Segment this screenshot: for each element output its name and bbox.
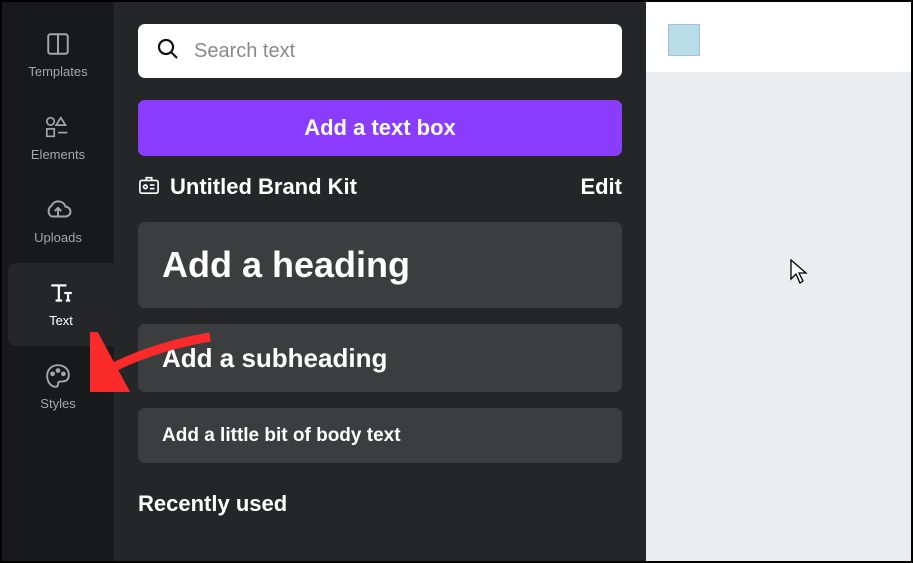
styles-icon: [44, 362, 72, 390]
add-text-box-button[interactable]: Add a text box: [138, 100, 622, 156]
elements-icon: [44, 113, 72, 141]
uploads-icon: [44, 196, 72, 224]
edit-brand-kit-link[interactable]: Edit: [580, 174, 622, 200]
sidebar-item-text[interactable]: Text: [8, 263, 114, 346]
search-box[interactable]: [138, 24, 622, 78]
sidebar-item-elements[interactable]: Elements: [2, 97, 114, 180]
sidebar-item-styles[interactable]: Styles: [2, 346, 114, 429]
sidebar-item-uploads[interactable]: Uploads: [2, 180, 114, 263]
add-subheading-block[interactable]: Add a subheading: [138, 324, 622, 392]
sidebar-item-label: Styles: [40, 396, 75, 411]
brand-kit-name: Untitled Brand Kit: [170, 174, 357, 200]
sidebar-item-label: Elements: [31, 147, 85, 162]
color-swatch[interactable]: [668, 24, 700, 56]
sidebar: Templates Elements Uploads: [2, 2, 114, 561]
sidebar-item-label: Uploads: [34, 230, 82, 245]
add-heading-block[interactable]: Add a heading: [138, 222, 622, 308]
sidebar-item-templates[interactable]: Templates: [2, 14, 114, 97]
add-body-text-block[interactable]: Add a little bit of body text: [138, 408, 622, 463]
search-icon: [156, 37, 180, 66]
brand-kit-icon: [138, 175, 160, 200]
search-input[interactable]: [194, 40, 604, 63]
text-icon: [47, 279, 75, 307]
sidebar-item-label: Templates: [28, 64, 87, 79]
recently-used-heading: Recently used: [138, 491, 622, 517]
canvas-toolbar: [646, 2, 911, 72]
templates-icon: [44, 30, 72, 58]
sidebar-item-label: Text: [49, 313, 73, 328]
canvas-area[interactable]: [646, 2, 911, 561]
brand-kit-row: Untitled Brand Kit Edit: [138, 174, 622, 200]
text-panel: Add a text box Untitled Brand Kit Edit A…: [114, 2, 646, 561]
